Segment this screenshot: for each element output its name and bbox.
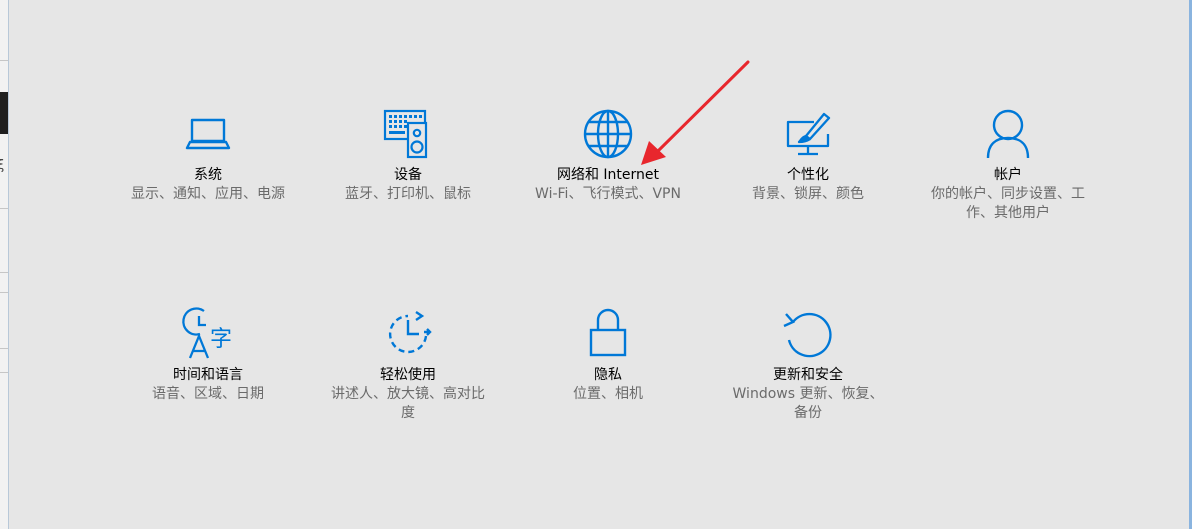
- edge-divider: [0, 292, 8, 293]
- tile-title: 系统: [194, 167, 222, 183]
- edge-divider: [0, 348, 8, 349]
- settings-tile-update-security[interactable]: 更新和安全 Windows 更新、恢复、备份: [723, 306, 893, 423]
- tile-description: Wi-Fi、飞行模式、VPN: [535, 186, 681, 202]
- tile-title: 个性化: [787, 167, 829, 183]
- globe-icon: [583, 109, 633, 159]
- edge-divider: [0, 60, 8, 61]
- settings-tile-personalization[interactable]: 个性化 背景、锁屏、颜色: [723, 106, 893, 204]
- personalization-icon: [786, 112, 831, 156]
- ease-of-access-icon: [388, 311, 432, 354]
- edge-divider: [0, 272, 8, 273]
- settings-tile-devices[interactable]: 设备 蓝牙、打印机、鼠标: [323, 106, 493, 204]
- settings-tile-privacy[interactable]: 隐私 位置、相机: [523, 306, 693, 404]
- tile-description: 讲述人、放大镜、高对比度: [331, 386, 485, 421]
- lock-icon: [589, 308, 627, 357]
- account-icon: [986, 109, 1030, 159]
- edge-dark-block: [0, 92, 8, 134]
- devices-icon: [383, 109, 428, 159]
- settings-tile-ease-of-access[interactable]: 轻松使用 讲述人、放大镜、高对比度: [323, 306, 493, 423]
- tile-description: 背景、锁屏、颜色: [752, 186, 864, 202]
- tile-description: 显示、通知、应用、电源: [131, 186, 285, 202]
- tile-title: 网络和 Internet: [556, 167, 660, 183]
- tile-description: Windows 更新、恢复、备份: [732, 386, 884, 421]
- svg-text:字: 字: [210, 327, 232, 352]
- time-language-icon: 字: [182, 307, 232, 359]
- tile-description: 位置、相机: [573, 386, 643, 402]
- edge-divider: [0, 372, 8, 373]
- tile-title: 设备: [394, 167, 422, 183]
- tile-description: 语音、区域、日期: [152, 386, 264, 402]
- left-window-edge: ξ: [0, 0, 9, 529]
- tile-title: 时间和语言: [173, 367, 243, 383]
- tile-description: 蓝牙、打印机、鼠标: [345, 186, 471, 202]
- settings-tile-system[interactable]: 系统 显示、通知、应用、电源: [123, 106, 293, 204]
- tile-description: 你的帐户、同步设置、工作、其他用户: [931, 186, 1085, 221]
- settings-tile-network[interactable]: 网络和 Internet Wi-Fi、飞行模式、VPN: [523, 106, 693, 204]
- edge-divider: [0, 208, 8, 209]
- update-icon: [783, 312, 832, 358]
- tile-title: 帐户: [994, 167, 1022, 183]
- settings-tile-accounts[interactable]: 帐户 你的帐户、同步设置、工作、其他用户: [923, 106, 1093, 223]
- tile-title: 轻松使用: [380, 367, 436, 383]
- laptop-icon: [185, 118, 231, 150]
- annotation-arrow: [641, 60, 750, 165]
- edge-glyph: ξ: [0, 158, 5, 173]
- tile-title: 隐私: [594, 367, 622, 383]
- tile-title: 更新和安全: [773, 367, 843, 383]
- settings-tile-time-language[interactable]: 字 时间和语言 语音、区域、日期: [123, 306, 293, 404]
